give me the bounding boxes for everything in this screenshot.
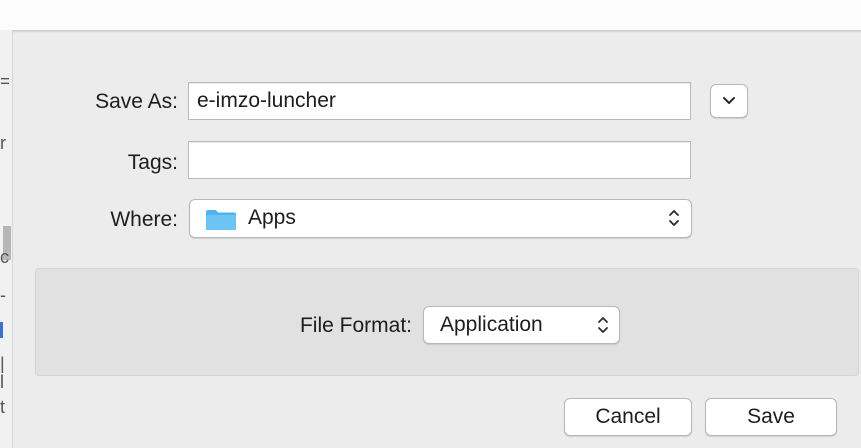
background-text-fragment: c bbox=[0, 248, 9, 266]
cancel-button[interactable]: Cancel bbox=[564, 398, 692, 436]
tags-label: Tags: bbox=[127, 151, 178, 174]
updown-arrows-icon bbox=[598, 317, 608, 333]
save-as-value: e-imzo-luncher bbox=[197, 89, 336, 112]
where-value: Apps bbox=[248, 206, 296, 229]
expand-dialog-button[interactable] bbox=[710, 84, 748, 118]
tags-field[interactable] bbox=[188, 141, 691, 179]
background-text-fragment: | bbox=[0, 355, 5, 373]
chevron-down-icon bbox=[723, 97, 735, 104]
background-selection-marker bbox=[0, 322, 3, 338]
where-label: Where: bbox=[110, 208, 178, 231]
window-top-strip bbox=[0, 0, 861, 30]
file-format-label: File Format: bbox=[299, 314, 412, 337]
background-text-fragment: = bbox=[0, 72, 9, 90]
background-text-fragment: t bbox=[0, 398, 6, 416]
file-format-value: Application bbox=[440, 313, 543, 336]
background-text-fragment: r bbox=[0, 134, 6, 152]
updown-arrows-icon bbox=[669, 210, 679, 226]
background-text-fragment: l bbox=[0, 373, 4, 391]
save-button[interactable]: Save bbox=[705, 398, 837, 436]
where-popup[interactable]: Apps bbox=[189, 199, 692, 238]
background-window-edge: = r c - | l t bbox=[0, 30, 13, 448]
folder-icon bbox=[206, 210, 236, 230]
sheet-top-shadow bbox=[0, 30, 861, 33]
save-as-label: Save As: bbox=[95, 90, 178, 113]
file-format-popup[interactable]: Application bbox=[423, 306, 620, 344]
background-text-fragment: - bbox=[0, 286, 6, 304]
save-as-field[interactable]: e-imzo-luncher bbox=[188, 82, 691, 120]
